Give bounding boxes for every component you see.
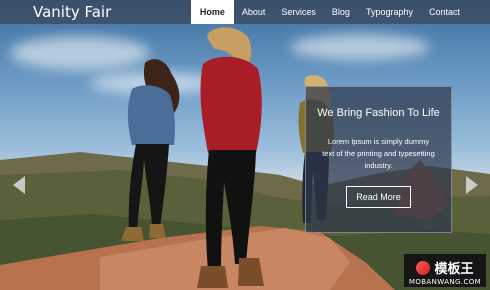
person-left bbox=[121, 59, 180, 241]
nav-contact[interactable]: Contact bbox=[421, 0, 468, 24]
nav-blog[interactable]: Blog bbox=[324, 0, 358, 24]
person-center bbox=[197, 27, 264, 288]
nav-services[interactable]: Services bbox=[273, 0, 324, 24]
main-menu: Home About Services Blog Typography Cont… bbox=[190, 0, 468, 24]
watermark-main: 模板王 bbox=[404, 258, 486, 277]
nav-about[interactable]: About bbox=[234, 0, 274, 24]
watermark-badge: 模板王 MOBANWANG.COM bbox=[404, 254, 486, 287]
nav-home[interactable]: Home bbox=[190, 0, 234, 24]
site-logo[interactable]: Vanity Fair bbox=[33, 3, 111, 21]
slider-next-arrow-icon[interactable] bbox=[466, 176, 478, 194]
read-more-button[interactable]: Read More bbox=[346, 186, 411, 208]
watermark-sub-text: MOBANWANG.COM bbox=[408, 278, 482, 286]
nav-typography[interactable]: Typography bbox=[358, 0, 421, 24]
hero-text: Lorem Ipsum is simply dummy text of the … bbox=[322, 137, 435, 170]
hero-title: We Bring Fashion To Life bbox=[317, 107, 440, 119]
top-nav: Vanity Fair Home About Services Blog Typ… bbox=[0, 0, 490, 24]
slider-prev-arrow-icon[interactable] bbox=[13, 176, 25, 194]
watermark-main-text: 模板王 bbox=[434, 262, 474, 277]
watermark-logo-icon bbox=[416, 260, 431, 275]
hero-caption-panel: We Bring Fashion To Life Lorem Ipsum is … bbox=[305, 86, 452, 233]
